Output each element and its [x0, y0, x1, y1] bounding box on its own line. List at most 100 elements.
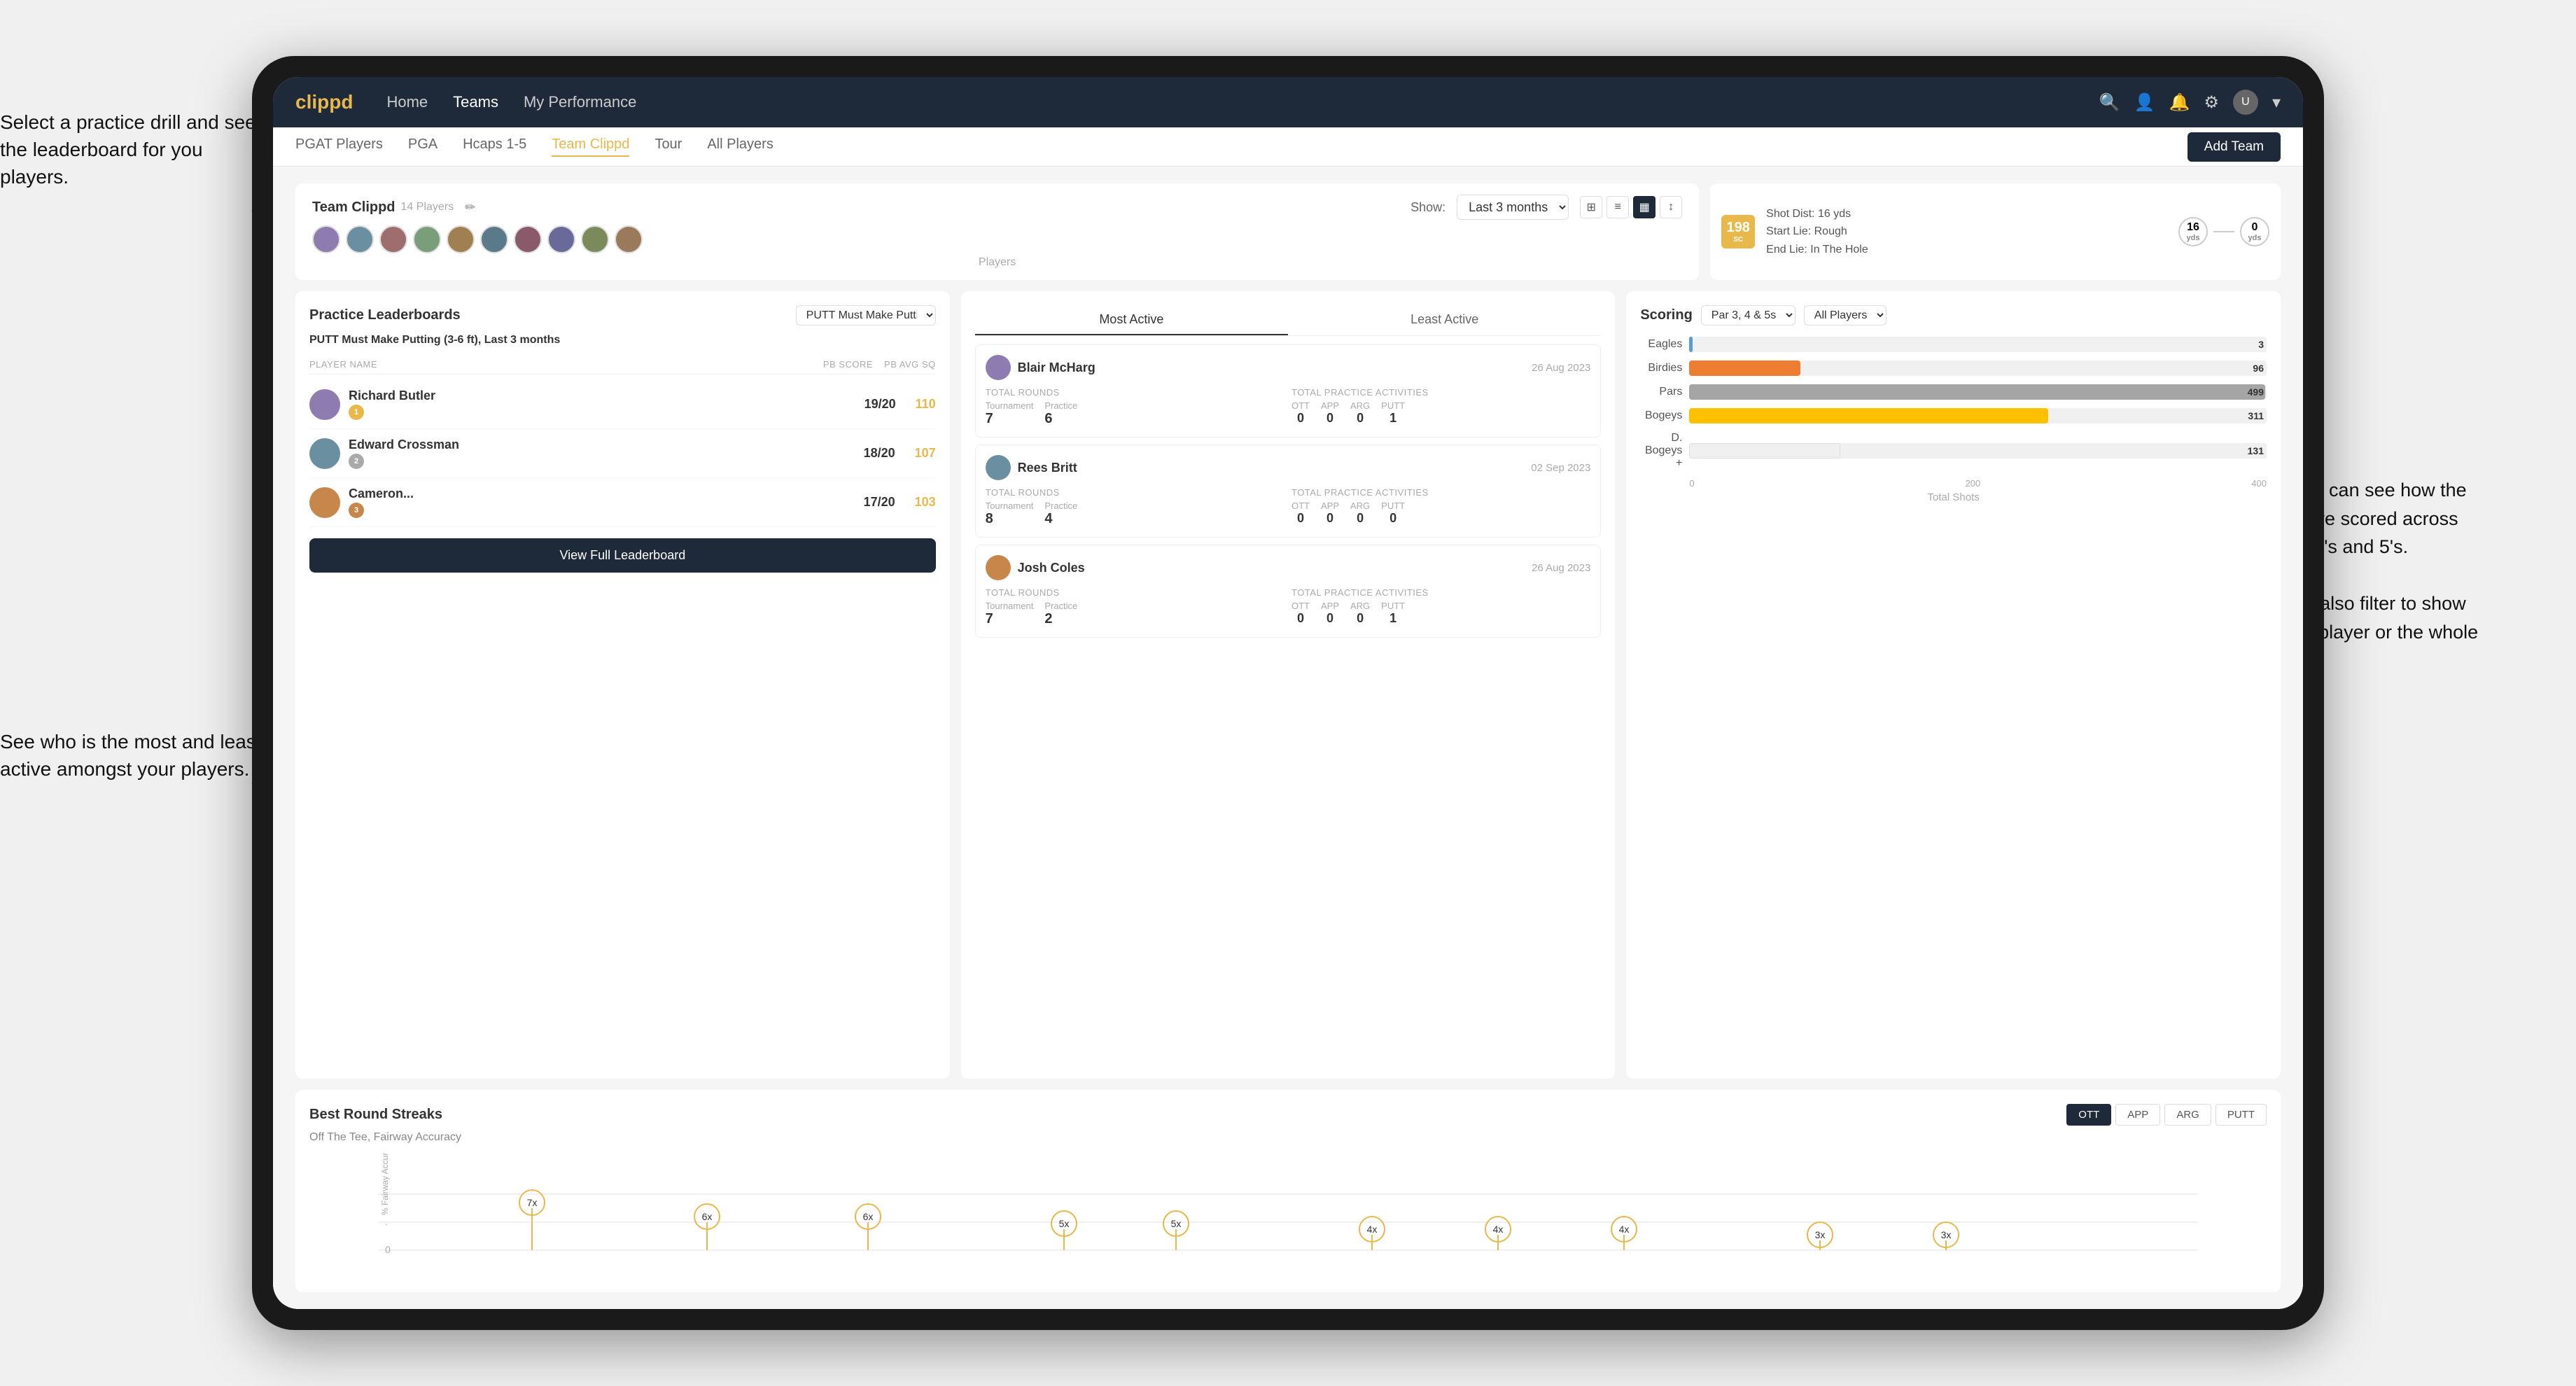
- nav-icons: 🔍 👤 🔔 ⚙ U ▾: [2099, 90, 2281, 115]
- pc-date: 26 Aug 2023: [1532, 362, 1590, 374]
- show-select[interactable]: Last 3 months Last 6 months Last year: [1457, 195, 1569, 220]
- putt-stat: PUTT 1: [1381, 400, 1405, 426]
- bar-row-pars: Pars 499: [1640, 384, 2267, 400]
- bar-value-eagles: 3: [2258, 339, 2264, 350]
- bar-row-bogeys: Bogeys 311: [1640, 408, 2267, 424]
- subnav-tour[interactable]: Tour: [654, 136, 682, 157]
- lb-avg: 110: [916, 397, 936, 412]
- svg-text:6x: 6x: [702, 1211, 713, 1222]
- practice-stat: Practice 2: [1044, 601, 1077, 627]
- pc-name: Rees Britt: [1018, 461, 1525, 475]
- subnav-pga[interactable]: PGA: [408, 136, 438, 157]
- tablet-screen: clippd Home Teams My Performance 🔍 👤 🔔 ⚙…: [273, 77, 2303, 1309]
- pc-name: Josh Coles: [1018, 561, 1525, 575]
- subnav-links: PGAT Players PGA Hcaps 1-5 Team Clippd T…: [295, 136, 2188, 157]
- pc-avatar: [986, 455, 1011, 480]
- streaks-tabs: OTT APP ARG PUTT: [2066, 1104, 2267, 1126]
- add-team-button[interactable]: Add Team: [2188, 132, 2281, 162]
- player-avatar: [447, 225, 475, 253]
- tab-least-active[interactable]: Least Active: [1288, 305, 1601, 335]
- lb-badge-row: 1: [349, 405, 856, 420]
- grid-view-icon[interactable]: ⊞: [1580, 196, 1602, 218]
- putt-stat: PUTT 0: [1381, 500, 1405, 526]
- subnav-pgat[interactable]: PGAT Players: [295, 136, 383, 157]
- view-icons: ⊞ ≡ ▦ ↕: [1580, 196, 1682, 218]
- ott-stat: OTT 0: [1292, 400, 1310, 426]
- player-card-header: Josh Coles 26 Aug 2023: [986, 555, 1591, 580]
- drill-select[interactable]: PUTT Must Make Putting...: [796, 305, 936, 326]
- svg-text:6x: 6x: [863, 1211, 874, 1222]
- nav-teams[interactable]: Teams: [453, 93, 498, 111]
- activity-panel: Most Active Least Active Blair McHarg 26…: [961, 291, 1616, 1079]
- annotation-active: See who is the most and least active amo…: [0, 728, 266, 783]
- avatar[interactable]: U: [2233, 90, 2258, 115]
- player-avatar: [312, 225, 340, 253]
- search-icon[interactable]: 🔍: [2099, 92, 2120, 113]
- subnav-hcaps[interactable]: Hcaps 1-5: [463, 136, 526, 157]
- card-view-icon[interactable]: ▦: [1633, 196, 1656, 218]
- player-card-header: Rees Britt 02 Sep 2023: [986, 455, 1591, 480]
- silver-badge: 2: [349, 454, 364, 469]
- practice-activities-group: Total Practice Activities OTT 0 APP 0: [1292, 387, 1590, 427]
- player-filter-select[interactable]: All Players: [1804, 305, 1886, 326]
- team-right: Show: Last 3 months Last 6 months Last y…: [1410, 195, 1682, 220]
- par-filter-select[interactable]: Par 3, 4 & 5s: [1701, 305, 1795, 326]
- total-rounds-row: Tournament 8 Practice 4: [986, 500, 1284, 527]
- navbar: clippd Home Teams My Performance 🔍 👤 🔔 ⚙…: [273, 77, 2303, 127]
- app-stat: APP 0: [1321, 500, 1339, 526]
- practice-leaderboard-title: Practice Leaderboards: [309, 307, 461, 323]
- chevron-down-icon[interactable]: ▾: [2272, 92, 2281, 113]
- streak-tab-ott[interactable]: OTT: [2066, 1104, 2111, 1126]
- player-avatar: [581, 225, 609, 253]
- edit-icon[interactable]: ✏: [465, 200, 475, 215]
- svg-text:5x: 5x: [1171, 1218, 1182, 1229]
- shot-info: Shot Dist: 16 yds Start Lie: Rough End L…: [1766, 205, 2167, 259]
- bar-row-eagles: Eagles 3: [1640, 337, 2267, 352]
- streak-tab-putt[interactable]: PUTT: [2216, 1104, 2267, 1126]
- svg-text:3x: 3x: [1941, 1229, 1952, 1240]
- pc-date: 02 Sep 2023: [1531, 462, 1590, 474]
- arg-stat: ARG 0: [1350, 601, 1370, 626]
- player-avatar: [413, 225, 441, 253]
- lb-avatar: [309, 487, 340, 518]
- shot-badge: 198 SC: [1721, 215, 1755, 248]
- lb-avg: 107: [915, 446, 936, 461]
- svg-text:.: .: [385, 1216, 388, 1227]
- nav-home[interactable]: Home: [386, 93, 428, 111]
- list-view-icon[interactable]: ≡: [1606, 196, 1629, 218]
- filter-icon[interactable]: ↕: [1660, 196, 1682, 218]
- pc-date: 26 Aug 2023: [1532, 562, 1590, 574]
- subnav-all-players[interactable]: All Players: [707, 136, 773, 157]
- player-avatar: [379, 225, 407, 253]
- player-card: Blair McHarg 26 Aug 2023 Total Rounds To…: [975, 344, 1602, 438]
- bar-fill-birdies: [1689, 360, 1800, 376]
- view-full-leaderboard-button[interactable]: View Full Leaderboard: [309, 538, 936, 573]
- bar-value-birdies: 96: [2253, 363, 2264, 374]
- practice-leaderboard-header: Practice Leaderboards PUTT Must Make Put…: [309, 305, 936, 326]
- app-stat: APP 0: [1321, 400, 1339, 426]
- streak-tab-arg[interactable]: ARG: [2164, 1104, 2211, 1126]
- nav-links: Home Teams My Performance: [386, 93, 2099, 111]
- streak-tab-app[interactable]: APP: [2115, 1104, 2160, 1126]
- bar-track-dbogeys: 131: [1689, 443, 2267, 458]
- pc-stats: Total Rounds Tournament 8 Practice 4: [986, 487, 1591, 527]
- practice-stat: Practice 6: [1044, 400, 1077, 427]
- player-card-header: Blair McHarg 26 Aug 2023: [986, 355, 1591, 380]
- tab-most-active[interactable]: Most Active: [975, 305, 1288, 335]
- practice-activities-group: Total Practice Activities OTT 0 APP 0: [1292, 487, 1590, 527]
- bar-value-bogeys: 311: [2248, 410, 2264, 421]
- bar-fill-eagles: [1689, 337, 1693, 352]
- lb-score: 19/20: [864, 397, 896, 412]
- svg-text:4x: 4x: [1367, 1224, 1378, 1235]
- settings-icon[interactable]: ⚙: [2204, 92, 2219, 113]
- subnav: PGAT Players PGA Hcaps 1-5 Team Clippd T…: [273, 127, 2303, 167]
- svg-text:4x: 4x: [1493, 1224, 1504, 1235]
- nav-my-performance[interactable]: My Performance: [524, 93, 636, 111]
- subnav-team-clippd[interactable]: Team Clippd: [552, 136, 629, 157]
- bell-icon[interactable]: 🔔: [2169, 92, 2190, 113]
- scoring-panel: Scoring Par 3, 4 & 5s All Players Eagles: [1626, 291, 2281, 1079]
- bronze-badge: 3: [349, 503, 364, 518]
- team-avatars: [312, 225, 1682, 253]
- people-icon[interactable]: 👤: [2134, 92, 2155, 113]
- arg-stat: ARG 0: [1350, 500, 1370, 526]
